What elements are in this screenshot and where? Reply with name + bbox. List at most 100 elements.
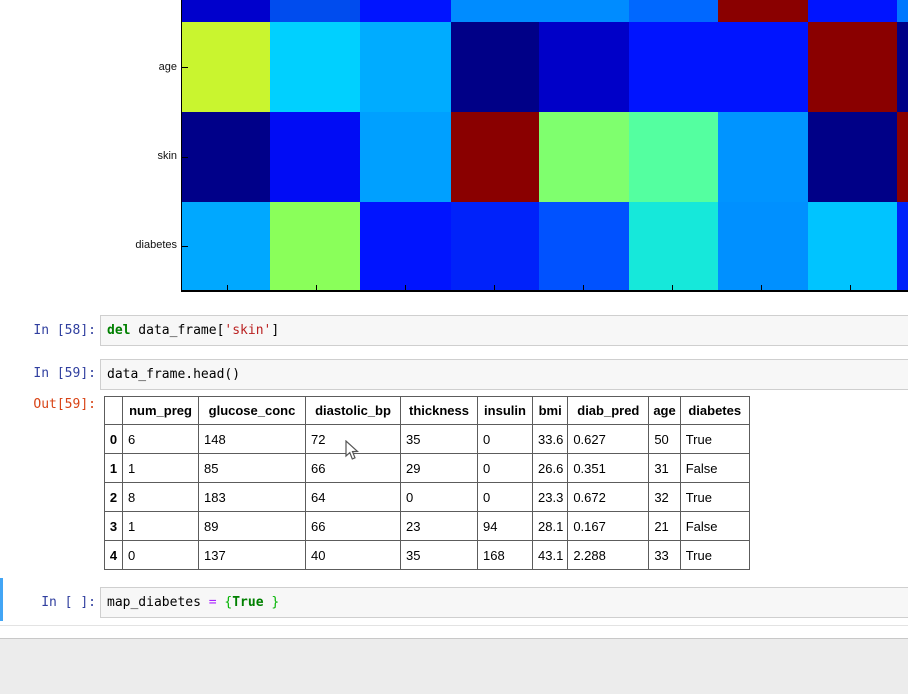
heatmap-cell-partial-top-3: [451, 0, 539, 22]
table-cell: 6: [122, 424, 199, 454]
heatmap-cell-skin-8: [897, 112, 908, 202]
table-cell: 21: [648, 511, 681, 541]
table-cell: 8: [122, 482, 199, 512]
heatmap-cell-skin-6: [718, 112, 808, 202]
table-header-num_preg: num_preg: [122, 396, 199, 425]
heatmap-cell-partial-top-0: [182, 0, 270, 22]
heatmap-cell-partial-top-2: [360, 0, 451, 22]
table-index-cell: 3: [104, 511, 123, 541]
code-cell-58[interactable]: del data_frame['skin']: [100, 315, 908, 346]
table-cell: 29: [400, 453, 478, 483]
notebook-page: age skin diabetes In [58]: del data_fram…: [0, 0, 908, 694]
table-cell: 0.627: [567, 424, 650, 454]
table-cell: 2.288: [567, 540, 650, 570]
table-cell: 0: [477, 424, 533, 454]
heatmap-cell-age-2: [360, 22, 451, 112]
table-cell: True: [679, 424, 750, 454]
heatmap-cell-partial-top-7: [808, 0, 897, 22]
y-axis-label-diabetes: diabetes: [135, 239, 177, 251]
heatmap-cell-diabetes-3: [451, 202, 539, 292]
table-header-bmi: bmi: [531, 396, 569, 425]
table-index-cell: 4: [104, 540, 123, 570]
table-header-row: num_preg glucose_conc diastolic_bp thicknes…: [104, 396, 750, 425]
y-tick: [182, 246, 188, 247]
heatmap-left-spine: [181, 0, 182, 292]
heatmap-cell-age-0: [182, 22, 270, 112]
table-cell: True: [679, 540, 750, 570]
table-header-diabetes: diabetes: [679, 396, 750, 425]
table-cell: 23: [400, 511, 478, 541]
table-cell: 33: [648, 540, 681, 570]
x-tick: [494, 285, 495, 291]
code-token-pl: data_frame.head(): [107, 367, 241, 382]
table-cell: 43.1: [531, 540, 569, 570]
table-cell: 148: [198, 424, 306, 454]
table-cell: 85: [198, 453, 306, 483]
table-header-diab_pred: diab_pred: [567, 396, 650, 425]
table-cell: 0: [477, 482, 533, 512]
y-tick: [182, 67, 188, 68]
table-header-age: age: [648, 396, 681, 425]
heatmap-cell-age-1: [270, 22, 360, 112]
heatmap-cell-diabetes-2: [360, 202, 451, 292]
page-footer-area: [0, 638, 908, 694]
table-cell: 26.6: [531, 453, 569, 483]
heatmap-cell-diabetes-1: [270, 202, 360, 292]
heatmap-cell-diabetes-7: [808, 202, 897, 292]
table-cell: 0: [477, 453, 533, 483]
heatmap-cell-diabetes-0: [182, 202, 270, 292]
table-row: 0 6 148 72 35 0 33.6 0.627 50 True: [104, 424, 750, 454]
code-token-op: =: [208, 595, 217, 610]
heatmap-cell-skin-5: [629, 112, 718, 202]
table-row: 3 1 89 66 23 94 28.1 0.167 21 False: [104, 511, 750, 541]
output-prompt-59: Out[59]:: [33, 397, 96, 412]
table-cell: 66: [305, 511, 401, 541]
heatmap-cell-age-4: [539, 22, 629, 112]
heatmap-cell-skin-2: [360, 112, 451, 202]
heatmap-cell-skin-4: [539, 112, 629, 202]
table-header-index: [104, 396, 123, 425]
table-cell: 64: [305, 482, 401, 512]
heatmap-cell-partial-top-4: [539, 0, 629, 22]
table-cell: 1: [122, 453, 199, 483]
table-cell: 0.672: [567, 482, 650, 512]
x-tick: [850, 285, 851, 291]
table-cell: 0: [400, 482, 478, 512]
heatmap-bottom-spine: [181, 290, 908, 292]
heatmap-cell-skin-3: [451, 112, 539, 202]
table-cell: 35: [400, 424, 478, 454]
table-index-cell: 2: [104, 482, 123, 512]
heatmap-cell-partial-top-6: [718, 0, 808, 22]
heatmap-cell-age-5: [629, 22, 718, 112]
input-prompt-59: In [59]:: [33, 366, 96, 381]
code-line-empty: map_diabetes = {True }: [101, 588, 908, 611]
code-cell-empty[interactable]: map_diabetes = {True }: [100, 587, 908, 618]
table-header-diastolic_bp: diastolic_bp: [305, 396, 401, 425]
heatmap-cell-age-7: [808, 22, 897, 112]
x-tick: [672, 285, 673, 291]
heatmap-cell-partial-top-5: [629, 0, 718, 22]
table-cell: 0.167: [567, 511, 650, 541]
table-cell: 40: [305, 540, 401, 570]
table-cell: 32: [648, 482, 681, 512]
input-prompt-58: In [58]:: [33, 323, 96, 338]
code-cell-59[interactable]: data_frame.head(): [100, 359, 908, 390]
code-token-pl: map_diabetes: [107, 595, 209, 610]
table-cell: 28.1: [531, 511, 569, 541]
y-tick: [182, 157, 188, 158]
table-cell: 168: [477, 540, 533, 570]
table-cell: 137: [198, 540, 306, 570]
dataframe-header: num_preg glucose_conc diastolic_bp thicknes…: [104, 396, 750, 425]
heatmap-figure: [182, 0, 908, 292]
heatmap-cell-age-3: [451, 22, 539, 112]
code-line-59: data_frame.head(): [101, 360, 908, 383]
code-line-58: del data_frame['skin']: [101, 316, 908, 339]
code-token-str: 'skin': [224, 323, 272, 338]
table-cell: 183: [198, 482, 306, 512]
table-cell: False: [679, 453, 750, 483]
table-header-thickness: thickness: [400, 396, 478, 425]
heatmap-cell-diabetes-8: [897, 202, 908, 292]
table-cell: 94: [477, 511, 533, 541]
code-token-kw: True: [232, 595, 264, 610]
input-prompt-empty: In [ ]:: [41, 595, 96, 610]
